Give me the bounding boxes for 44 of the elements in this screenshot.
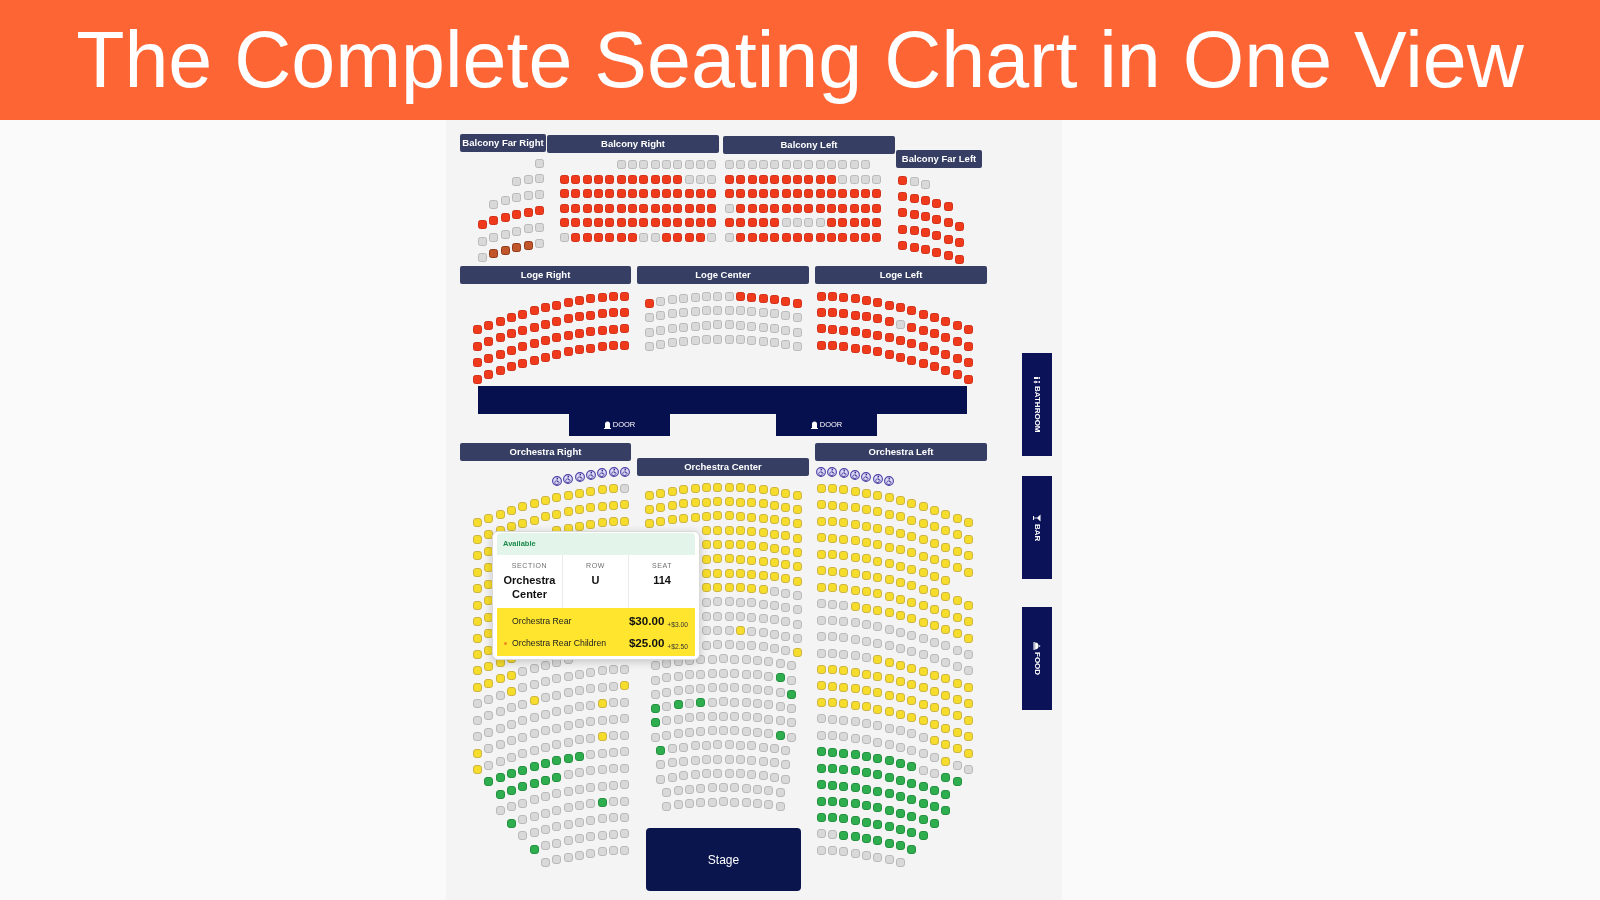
field-value: U (591, 574, 600, 588)
wheelchair-seat-icon[interactable] (608, 467, 619, 478)
page-title: The Complete Seating Chart in One View (76, 14, 1524, 106)
section-header: Balcony Left (723, 136, 895, 154)
wheelchair-seat-icon[interactable] (884, 476, 894, 487)
section-header: Orchestra Right (460, 443, 631, 461)
stage-area: Stage (646, 828, 801, 891)
section-header: Balcony Far Left (896, 150, 982, 168)
amenity-label: BATHROOM (1033, 386, 1041, 433)
wheelchair-seat-icon[interactable] (861, 471, 872, 482)
wheelchair-seat-icon[interactable] (872, 473, 883, 484)
restroom-icon (1033, 376, 1041, 385)
field-value: 114 (653, 574, 671, 588)
section-header: Balcony Far Right (460, 134, 546, 152)
ticket-price: $30.00 (628, 615, 665, 627)
amenity-label: BAR (1033, 523, 1041, 542)
ticket-price: $25.00 (628, 637, 665, 649)
section-header: Orchestra Center (637, 458, 809, 476)
cocktail-glass-icon (1033, 513, 1041, 522)
door-icon (603, 421, 611, 429)
amenity-tab[interactable]: BAR (1022, 476, 1052, 579)
price-name: Orchestra Rear (512, 616, 573, 626)
price-name: Orchestra Rear Children (512, 638, 608, 648)
wheelchair-seat-icon[interactable] (574, 471, 585, 482)
wheelchair-seat-icon[interactable] (597, 468, 608, 479)
door-icon (810, 421, 818, 429)
wheelchair-seat-icon[interactable] (551, 476, 562, 487)
section-header: Balcony Right (547, 135, 719, 153)
wheelchair-seat-icon[interactable] (827, 467, 838, 478)
amenity-label: FOOD (1033, 651, 1041, 676)
wheelchair-seat-icon[interactable] (850, 469, 860, 480)
wheelchair-seat-icon[interactable] (838, 468, 849, 479)
wheelchair-seat-icon[interactable] (619, 467, 630, 477)
wheelchair-seat-icon[interactable] (585, 469, 596, 480)
cloche-icon (1033, 641, 1041, 650)
amenity-tab[interactable]: BATHROOM (1022, 353, 1052, 456)
field-value: Orchestra Center (502, 574, 557, 601)
wheelchair-seat-icon[interactable] (563, 473, 574, 484)
section-header: Orchestra Left (815, 443, 987, 461)
wheelchair-seat-icon[interactable] (816, 467, 826, 477)
section-header: Loge Center (637, 266, 809, 284)
section-header: Loge Right (460, 266, 631, 284)
amenity-tab[interactable]: FOOD (1022, 607, 1052, 710)
section-header: Loge Left (815, 266, 987, 284)
